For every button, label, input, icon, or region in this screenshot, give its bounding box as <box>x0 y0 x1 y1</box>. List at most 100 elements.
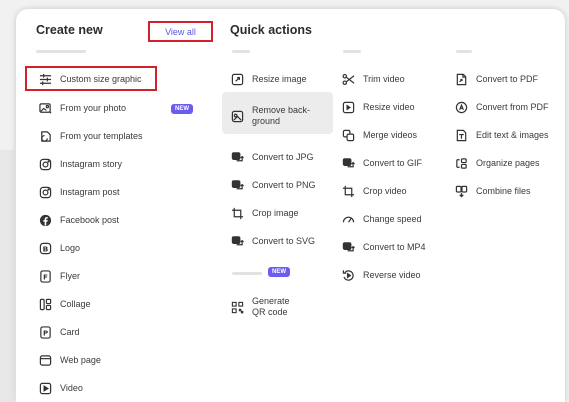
item-label: Video <box>60 382 83 393</box>
create-item-collage[interactable]: Collage <box>38 297 91 311</box>
action-label: Convert to MP4 <box>363 241 426 252</box>
create-item-card[interactable]: P Card <box>38 325 80 339</box>
create-new-title: Create new <box>36 23 103 37</box>
web-page-icon <box>38 353 52 367</box>
quick-action-merge-videos[interactable]: Merge videos <box>341 128 417 142</box>
quick-actions-title: Quick actions <box>230 23 312 37</box>
quick-action-convert-gif[interactable]: Convert to GIF <box>341 156 422 170</box>
quick-action-organize-pages[interactable]: Organize pages <box>454 156 540 170</box>
create-item-from-templates[interactable]: From your templates <box>38 129 143 143</box>
action-label: Generate QR code <box>252 296 290 317</box>
collage-icon <box>38 297 52 311</box>
create-item-video[interactable]: Video <box>38 381 83 395</box>
convert-image-icon <box>230 150 244 164</box>
item-label: Instagram story <box>60 158 123 169</box>
quick-action-resize-video[interactable]: Resize video <box>341 100 415 114</box>
flyer-icon: F <box>38 269 52 283</box>
create-item-instagram-post[interactable]: Instagram post <box>38 185 120 199</box>
create-item-web-page[interactable]: Web page <box>38 353 101 367</box>
new-badge: NEW <box>171 104 193 114</box>
scissors-icon <box>341 72 355 86</box>
combine-files-icon <box>454 184 468 198</box>
facebook-icon <box>38 213 52 227</box>
item-label: From your photo <box>60 102 127 113</box>
svg-text:F: F <box>43 273 48 281</box>
create-menu-panel: Create new View all Custom size graphic … <box>16 9 565 402</box>
item-label: Custom size graphic <box>60 73 142 84</box>
quick-action-resize-image[interactable]: Resize image <box>230 72 307 86</box>
action-label: Convert to JPG <box>252 151 314 162</box>
action-label: Convert to PNG <box>252 179 316 190</box>
quick-action-combine-files[interactable]: Combine files <box>454 184 531 198</box>
qr-code-icon <box>230 300 244 314</box>
quick-action-convert-mp4[interactable]: Convert to MP4 <box>341 240 426 254</box>
action-label: Reverse video <box>363 269 421 280</box>
quick-action-generate-qr[interactable]: Generate QR code <box>230 296 304 318</box>
remove-background-icon <box>230 109 244 123</box>
item-label: Web page <box>60 354 101 365</box>
create-item-from-photo[interactable]: From your photo <box>38 101 126 115</box>
reverse-video-icon <box>341 268 355 282</box>
section-placeholder <box>343 50 361 53</box>
action-label: Resize video <box>363 101 415 112</box>
section-placeholder <box>232 50 250 53</box>
convert-gif-icon <box>341 156 355 170</box>
action-label: Trim video <box>363 73 405 84</box>
instagram-icon <box>38 185 52 199</box>
crop-icon <box>341 184 355 198</box>
video-play-icon <box>38 381 52 395</box>
create-item-flyer[interactable]: F Flyer <box>38 269 80 283</box>
view-all-link[interactable]: View all <box>148 21 213 42</box>
new-badge: NEW <box>268 267 290 277</box>
create-item-instagram-story[interactable]: Instagram story <box>38 157 122 171</box>
action-label: Organize pages <box>476 157 540 168</box>
item-label: Flyer <box>60 270 80 281</box>
item-label: Collage <box>60 298 91 309</box>
action-label: Combine files <box>476 185 531 196</box>
section-placeholder <box>36 50 86 53</box>
convert-mp4-icon <box>341 240 355 254</box>
quick-action-change-speed[interactable]: Change speed <box>341 212 422 226</box>
convert-image-icon <box>230 178 244 192</box>
item-label: Instagram post <box>60 186 120 197</box>
action-label: Crop image <box>252 207 299 218</box>
quick-action-edit-text-images[interactable]: Edit text & images <box>454 128 549 142</box>
create-item-custom-size[interactable]: Custom size graphic <box>38 72 142 86</box>
templates-icon <box>38 129 52 143</box>
background-panel <box>0 150 14 402</box>
logo-b-icon: B <box>38 241 52 255</box>
quick-action-convert-from-pdf[interactable]: Convert from PDF <box>454 100 549 114</box>
quick-action-crop-image[interactable]: Crop image <box>230 206 299 220</box>
quick-action-remove-background[interactable]: Remove back-ground <box>230 105 330 127</box>
merge-videos-icon <box>341 128 355 142</box>
action-label: Merge videos <box>363 129 418 140</box>
item-label: From your templates <box>60 130 143 141</box>
quick-action-crop-video[interactable]: Crop video <box>341 184 407 198</box>
section-placeholder <box>232 272 262 275</box>
resize-image-icon <box>230 72 244 86</box>
action-label: Convert to PDF <box>476 73 539 84</box>
action-label: Resize image <box>252 73 307 84</box>
quick-action-trim-video[interactable]: Trim video <box>341 72 405 86</box>
action-label: Remove back-ground <box>252 105 311 126</box>
create-item-logo[interactable]: B Logo <box>38 241 80 255</box>
quick-action-reverse-video[interactable]: Reverse video <box>341 268 421 282</box>
organize-pages-icon <box>454 156 468 170</box>
quick-action-convert-svg[interactable]: Convert to SVG <box>230 234 315 248</box>
item-label: Logo <box>60 242 81 253</box>
convert-from-pdf-icon <box>454 100 468 114</box>
create-item-facebook-post[interactable]: Facebook post <box>38 213 119 227</box>
quick-action-convert-pdf[interactable]: Convert to PDF <box>454 72 538 86</box>
quick-action-convert-png[interactable]: Convert to PNG <box>230 178 316 192</box>
action-label: Crop video <box>363 185 407 196</box>
edit-text-icon <box>454 128 468 142</box>
action-label: Convert to SVG <box>252 235 316 246</box>
quick-action-convert-jpg[interactable]: Convert to JPG <box>230 150 314 164</box>
action-label: Edit text & images <box>476 129 549 140</box>
item-label: Card <box>60 326 80 337</box>
svg-text:B: B <box>42 244 48 253</box>
sliders-icon <box>38 72 52 86</box>
convert-image-icon <box>230 234 244 248</box>
action-label: Convert to GIF <box>363 157 423 168</box>
speed-icon <box>341 212 355 226</box>
